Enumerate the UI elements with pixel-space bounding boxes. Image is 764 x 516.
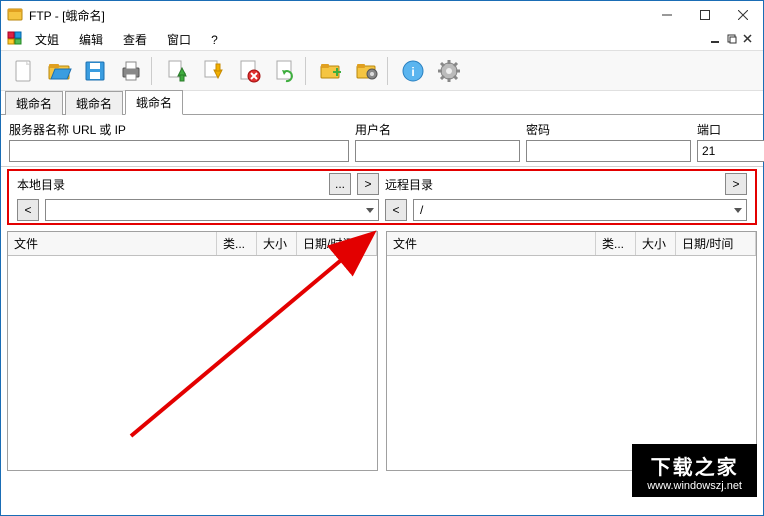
port-input[interactable] bbox=[697, 140, 764, 162]
col-ext-r[interactable]: 类... bbox=[596, 232, 636, 255]
server-label: 服务器名称 URL 或 IP bbox=[9, 121, 349, 138]
menu-file[interactable]: 文姐 bbox=[27, 29, 67, 50]
print-icon[interactable] bbox=[115, 55, 147, 87]
open-folder-icon[interactable] bbox=[43, 55, 75, 87]
local-browse-button[interactable]: ... bbox=[329, 173, 351, 195]
minimize-button[interactable] bbox=[653, 5, 681, 25]
mdi-minimize-button[interactable] bbox=[711, 33, 721, 47]
user-input[interactable] bbox=[355, 140, 520, 162]
folder-settings-icon[interactable] bbox=[351, 55, 383, 87]
new-folder-icon[interactable] bbox=[315, 55, 347, 87]
directory-panel: 本地目录 ... > < 远程目录 > < / bbox=[7, 169, 757, 225]
col-file-r[interactable]: 文件 bbox=[387, 232, 596, 255]
save-icon[interactable] bbox=[79, 55, 111, 87]
local-dir-label: 本地目录 bbox=[17, 176, 65, 193]
mdi-restore-button[interactable] bbox=[727, 33, 737, 47]
tab-0[interactable]: 蛾命名 bbox=[5, 91, 63, 115]
settings-gear-icon[interactable] bbox=[433, 55, 465, 87]
user-label: 用户名 bbox=[355, 121, 520, 138]
pass-input[interactable] bbox=[526, 140, 691, 162]
remote-back-button[interactable]: < bbox=[385, 199, 407, 221]
local-go-button[interactable]: > bbox=[357, 173, 379, 195]
col-size[interactable]: 大小 bbox=[257, 232, 297, 255]
col-file[interactable]: 文件 bbox=[8, 232, 217, 255]
col-date-r[interactable]: 日期/时间 bbox=[676, 232, 756, 255]
pass-label: 密码 bbox=[526, 121, 691, 138]
col-size-r[interactable]: 大小 bbox=[636, 232, 676, 255]
local-file-list[interactable]: 文件 类... 大小 日期/时间 bbox=[7, 231, 378, 471]
local-path-combo[interactable] bbox=[45, 199, 379, 221]
port-label: 端口 bbox=[697, 121, 764, 138]
toolbar: i bbox=[1, 51, 763, 91]
local-back-button[interactable]: < bbox=[17, 199, 39, 221]
col-date[interactable]: 日期/时间 bbox=[297, 232, 377, 255]
delete-file-icon[interactable] bbox=[233, 55, 265, 87]
remote-dir-label: 远程目录 bbox=[385, 176, 433, 193]
menu-window[interactable]: 窗口 bbox=[159, 29, 199, 50]
menu-help[interactable]: ? bbox=[203, 31, 226, 49]
menu-icon bbox=[7, 31, 23, 48]
new-file-icon[interactable] bbox=[7, 55, 39, 87]
watermark: 下载之家 www.windowszj.net bbox=[632, 444, 757, 497]
maximize-button[interactable] bbox=[691, 5, 719, 25]
remote-path-combo[interactable]: / bbox=[413, 199, 747, 221]
remote-file-list[interactable]: 文件 类... 大小 日期/时间 bbox=[386, 231, 757, 471]
window-title: FTP - [蛾命名] bbox=[29, 7, 105, 24]
app-icon bbox=[7, 6, 23, 25]
tab-1[interactable]: 蛾命名 bbox=[65, 91, 123, 115]
svg-text:i: i bbox=[411, 65, 414, 79]
col-ext[interactable]: 类... bbox=[217, 232, 257, 255]
download-icon[interactable] bbox=[197, 55, 229, 87]
server-input[interactable] bbox=[9, 140, 349, 162]
session-tabs: 蛾命名 蛾命名 蛾命名 bbox=[1, 91, 763, 115]
menu-view[interactable]: 查看 bbox=[115, 29, 155, 50]
close-button[interactable] bbox=[729, 5, 757, 25]
mdi-close-button[interactable] bbox=[743, 33, 753, 47]
info-icon[interactable]: i bbox=[397, 55, 429, 87]
remote-go-button[interactable]: > bbox=[725, 173, 747, 195]
upload-icon[interactable] bbox=[161, 55, 193, 87]
tab-2[interactable]: 蛾命名 bbox=[125, 90, 183, 115]
file-refresh-icon[interactable] bbox=[269, 55, 301, 87]
menu-edit[interactable]: 编辑 bbox=[71, 29, 111, 50]
